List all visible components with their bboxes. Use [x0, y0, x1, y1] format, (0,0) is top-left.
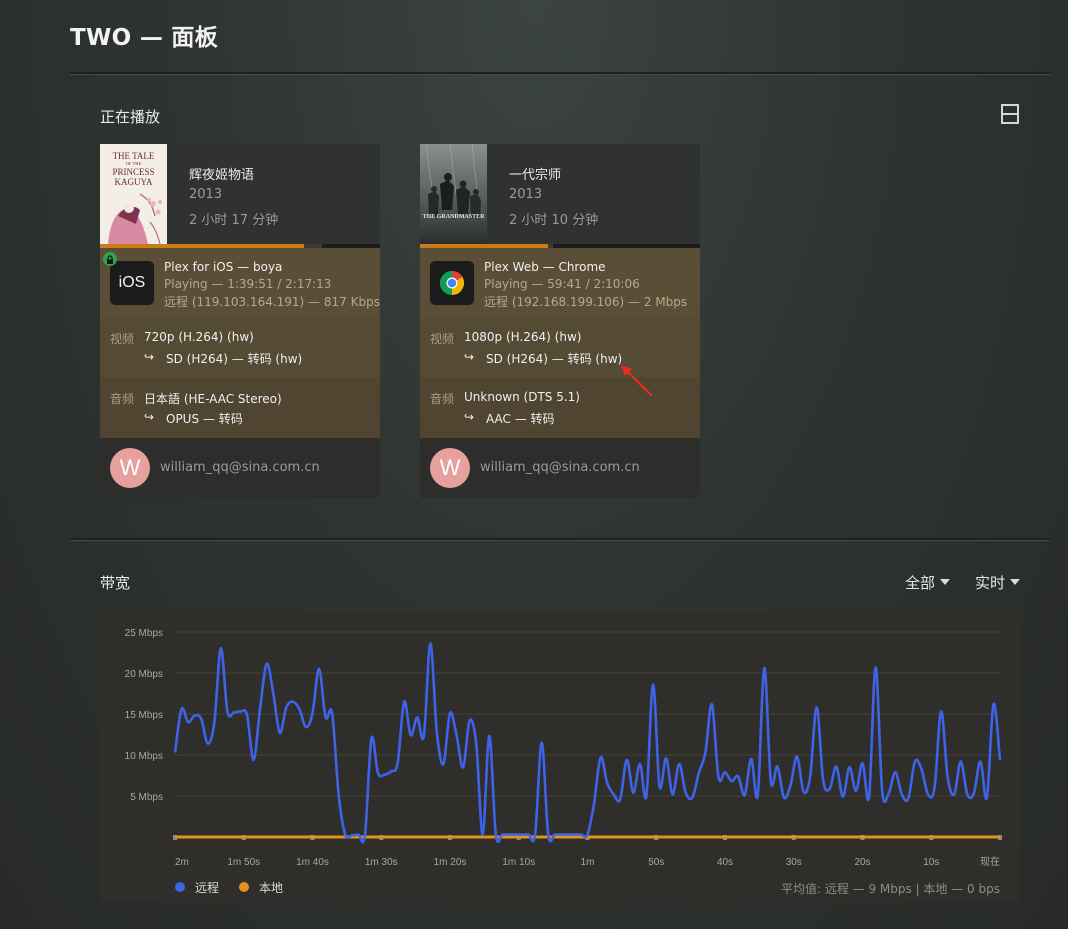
user-row[interactable]: W william_qq@sina.com.cn	[420, 438, 700, 498]
movie-title[interactable]: 一代宗师	[509, 164, 561, 183]
chrome-icon	[430, 261, 474, 305]
ios-app-icon: iOS	[110, 261, 154, 305]
audio-label: 音频	[110, 392, 135, 406]
filter-dropdown[interactable]: 全部	[905, 572, 951, 593]
transcode-arrow-icon: ↪	[464, 410, 475, 424]
x-tick-label: 1m 20s	[434, 857, 467, 868]
list-icon[interactable]	[1001, 104, 1019, 124]
bandwidth-chart-svg: 25 Mbps 20 Mbps 15 Mbps 10 Mbps 5 Mbps 2m 1m 5…	[125, 628, 1002, 868]
media-header[interactable]: THE TALE OF THE PRINCESS KAGUYA 辉夜姬物语 20…	[100, 144, 380, 244]
average-summary: 平均值: 远程 — 9 Mbps | 本地 — 0 bps	[780, 882, 1000, 896]
caret-down-icon	[1010, 578, 1021, 585]
x-tick-label: 50s	[648, 857, 664, 868]
video-label: 视频	[110, 332, 135, 346]
poster-line: OF THE	[126, 161, 142, 166]
legend-label-local: 本地	[259, 881, 284, 895]
range-dropdown[interactable]: 实时	[975, 572, 1021, 593]
network-info: 远程 (192.168.199.106) — 2 Mbps	[484, 295, 688, 309]
movie-duration: 2 小时 17 分钟	[189, 213, 279, 228]
ios-app-icon-label: iOS	[118, 274, 146, 291]
poster-line: THE GRANDMASTER	[423, 214, 486, 220]
red-arrow	[621, 365, 653, 397]
session-card[interactable]: THE TALE OF THE PRINCESS KAGUYA 辉夜姬物语 20…	[100, 144, 380, 498]
x-tick-label: 30s	[786, 857, 802, 868]
video-source: 1080p (H.264) (hw)	[464, 330, 582, 344]
legend-label-remote: 远程	[195, 881, 220, 895]
audio-source: 日本語 (HE-AAC Stereo)	[144, 392, 282, 406]
movie-title[interactable]: 辉夜姬物语	[189, 164, 254, 183]
movie-year: 2013	[509, 187, 543, 202]
user-name[interactable]: william_qq@sina.com.cn	[480, 460, 640, 475]
x-tick-label: 20s	[854, 857, 870, 868]
bandwidth-title: 带宽	[100, 574, 131, 592]
poster-line: PRINCESS	[112, 167, 154, 177]
y-tick-label: 15 Mbps	[125, 710, 163, 721]
network-info: 远程 (119.103.164.191) — 817 Kbps	[164, 295, 380, 309]
transcode-arrow-icon: ↪	[464, 350, 475, 364]
video-stream-row: 视频 720p (H.264) (hw) ↪ SD (H264) — 转码 (h…	[100, 318, 380, 378]
audio-target: AAC — 转码	[486, 412, 555, 426]
y-tick-label: 5 Mbps	[130, 792, 163, 803]
media-header[interactable]: THE GRANDMASTER 一代宗师 2013 2 小时 10 分钟	[420, 144, 700, 244]
legend-marker-remote	[175, 882, 185, 892]
y-tick-label: 25 Mbps	[125, 628, 163, 639]
lock-icon	[103, 252, 117, 266]
playback-state: Playing — 59:41 / 2:10:06	[484, 277, 640, 291]
player-name: Plex Web — Chrome	[484, 260, 606, 274]
player-info: iOS Plex for iOS — boya Playing — 1:39:5…	[100, 248, 380, 318]
audio-stream-row: 音频 日本語 (HE-AAC Stereo) ↪ OPUS — 转码	[100, 378, 380, 438]
x-tick-label: 1m	[581, 857, 595, 868]
video-target: SD (H264) — 转码 (hw)	[486, 352, 623, 366]
video-label: 视频	[430, 332, 455, 346]
bandwidth-chart: 25 Mbps 20 Mbps 15 Mbps 10 Mbps 5 Mbps 2m 1m 5…	[100, 611, 1020, 902]
legend-marker-local	[239, 882, 249, 892]
avatar[interactable]: W	[430, 448, 470, 488]
poster-line: THE TALE	[113, 151, 155, 161]
x-tick-label: 现在	[980, 856, 1000, 868]
avatar[interactable]: W	[110, 448, 150, 488]
user-name[interactable]: william_qq@sina.com.cn	[160, 460, 320, 475]
playback-state: Playing — 1:39:51 / 2:17:13	[164, 277, 332, 291]
x-tick-label: 1m 40s	[296, 857, 329, 868]
y-tick-label: 10 Mbps	[125, 751, 163, 762]
transcode-arrow-icon: ↪	[144, 410, 155, 424]
page-title: TWO — 面板	[70, 25, 219, 51]
session-card[interactable]: THE GRANDMASTER 一代宗师 2013 2 小时 10 分钟 Ple…	[420, 144, 700, 498]
x-tick-label: 10s	[923, 857, 939, 868]
video-target: SD (H264) — 转码 (hw)	[166, 352, 303, 366]
caret-down-icon	[940, 578, 951, 585]
movie-duration: 2 小时 10 分钟	[509, 213, 599, 228]
x-tick-label: 40s	[717, 857, 733, 868]
x-tick-label: 1m 10s	[502, 857, 535, 868]
x-tick-label: 1m 30s	[365, 857, 398, 868]
audio-label: 音频	[430, 392, 455, 406]
audio-target: OPUS — 转码	[166, 412, 243, 426]
range-dropdown-label: 实时	[975, 574, 1006, 592]
section-divider	[70, 538, 1050, 541]
user-row[interactable]: W william_qq@sina.com.cn	[100, 438, 380, 498]
poster-line: KAGUYA	[115, 177, 154, 187]
player-name: Plex for iOS — boya	[164, 260, 283, 274]
audio-source: Unknown (DTS 5.1)	[464, 390, 580, 404]
poster-image: THE GRANDMASTER	[420, 144, 487, 244]
poster-image: THE TALE OF THE PRINCESS KAGUYA	[100, 144, 167, 244]
player-info: Plex Web — Chrome Playing — 59:41 / 2:10…	[420, 248, 700, 318]
movie-year: 2013	[189, 187, 223, 202]
filter-dropdown-label: 全部	[905, 574, 936, 592]
video-source: 720p (H.264) (hw)	[144, 330, 254, 344]
now-playing-title: 正在播放	[100, 108, 161, 126]
x-tick-label: 2m	[175, 857, 189, 868]
x-tick-label: 1m 50s	[227, 857, 260, 868]
y-tick-label: 20 Mbps	[125, 669, 163, 680]
header-divider	[70, 72, 1050, 75]
transcode-arrow-icon: ↪	[144, 350, 155, 364]
